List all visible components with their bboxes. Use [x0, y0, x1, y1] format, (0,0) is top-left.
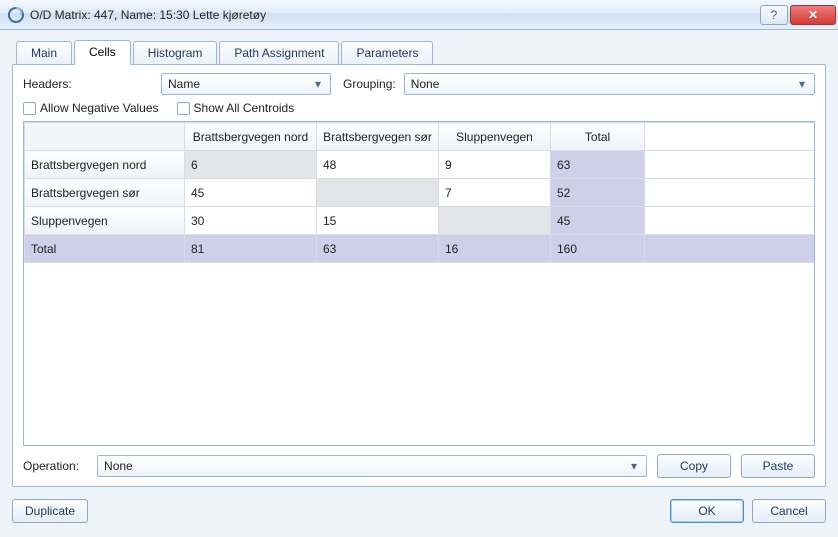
- cell[interactable]: [317, 179, 439, 207]
- cell[interactable]: 7: [439, 179, 551, 207]
- tab-main[interactable]: Main: [16, 41, 72, 65]
- copy-button[interactable]: Copy: [657, 454, 731, 478]
- headers-select-value: Name: [168, 77, 200, 91]
- chevron-down-icon: ▾: [794, 77, 810, 91]
- headers-label: Headers:: [23, 77, 153, 91]
- grouping-label: Grouping:: [343, 77, 396, 91]
- checkbox-icon: [23, 102, 36, 115]
- cells-panel: Headers: Name ▾ Grouping: None ▾ Allow N…: [12, 64, 826, 487]
- close-button[interactable]: ✕: [790, 5, 836, 25]
- close-icon: ✕: [808, 8, 818, 22]
- row-header[interactable]: Sluppenvegen: [25, 207, 185, 235]
- paste-button[interactable]: Paste: [741, 454, 815, 478]
- headers-select[interactable]: Name ▾: [161, 73, 331, 95]
- cell[interactable]: 81: [185, 235, 317, 263]
- duplicate-button[interactable]: Duplicate: [12, 499, 88, 523]
- tab-histogram[interactable]: Histogram: [133, 41, 218, 65]
- col-header[interactable]: Total: [551, 123, 645, 151]
- show-all-centroids-checkbox[interactable]: Show All Centroids: [177, 101, 295, 115]
- operation-label: Operation:: [23, 459, 79, 473]
- help-icon: ?: [771, 8, 778, 22]
- table-row: Total816316160: [25, 235, 815, 263]
- col-header[interactable]: Sluppenvegen: [439, 123, 551, 151]
- corner-header: [25, 123, 185, 151]
- matrix-table-wrap: Brattsbergvegen nordBrattsbergvegen sørS…: [23, 121, 815, 446]
- row-total: 45: [551, 207, 645, 235]
- allow-negative-checkbox[interactable]: Allow Negative Values: [23, 101, 159, 115]
- tab-parameters[interactable]: Parameters: [341, 41, 433, 65]
- grouping-select[interactable]: None ▾: [404, 73, 815, 95]
- cell[interactable]: 30: [185, 207, 317, 235]
- window-title: O/D Matrix: 447, Name: 15:30 Lette kjøre…: [30, 8, 758, 22]
- cell[interactable]: 9: [439, 151, 551, 179]
- tab-bar: MainCellsHistogramPath AssignmentParamet…: [16, 40, 826, 65]
- table-row: Brattsbergvegen nord648963: [25, 151, 815, 179]
- operation-select-value: None: [104, 459, 133, 473]
- cell[interactable]: 63: [317, 235, 439, 263]
- operation-select[interactable]: None ▾: [97, 455, 647, 477]
- row-header[interactable]: Total: [25, 235, 185, 263]
- cell-empty: [645, 207, 815, 235]
- title-bar: O/D Matrix: 447, Name: 15:30 Lette kjøre…: [0, 0, 838, 30]
- row-total: 52: [551, 179, 645, 207]
- row-total: 63: [551, 151, 645, 179]
- matrix-table: Brattsbergvegen nordBrattsbergvegen sørS…: [24, 122, 814, 263]
- ok-button[interactable]: OK: [670, 499, 744, 523]
- tab-cells[interactable]: Cells: [74, 40, 131, 65]
- help-button[interactable]: ?: [760, 5, 788, 25]
- row-header[interactable]: Brattsbergvegen sør: [25, 179, 185, 207]
- cancel-button[interactable]: Cancel: [752, 499, 826, 523]
- cell-empty: [645, 151, 815, 179]
- col-header-empty: [645, 123, 815, 151]
- app-icon: [8, 7, 24, 23]
- tab-path-assignment[interactable]: Path Assignment: [219, 41, 339, 65]
- cell-empty: [645, 179, 815, 207]
- chevron-down-icon: ▾: [310, 77, 326, 91]
- window-body: MainCellsHistogramPath AssignmentParamet…: [0, 30, 838, 537]
- row-header[interactable]: Brattsbergvegen nord: [25, 151, 185, 179]
- table-row: Brattsbergvegen sør45 752: [25, 179, 815, 207]
- col-header[interactable]: Brattsbergvegen sør: [317, 123, 439, 151]
- cell[interactable]: 16: [439, 235, 551, 263]
- allow-negative-label: Allow Negative Values: [40, 101, 159, 115]
- cell[interactable]: 15: [317, 207, 439, 235]
- cell[interactable]: 45: [185, 179, 317, 207]
- grouping-select-value: None: [411, 77, 440, 91]
- show-all-label: Show All Centroids: [194, 101, 295, 115]
- cell-empty: [645, 235, 815, 263]
- checkbox-icon: [177, 102, 190, 115]
- table-row: Sluppenvegen3015 45: [25, 207, 815, 235]
- cell[interactable]: 6: [185, 151, 317, 179]
- chevron-down-icon: ▾: [626, 459, 642, 473]
- cell[interactable]: [439, 207, 551, 235]
- row-total: 160: [551, 235, 645, 263]
- cell[interactable]: 48: [317, 151, 439, 179]
- col-header[interactable]: Brattsbergvegen nord: [185, 123, 317, 151]
